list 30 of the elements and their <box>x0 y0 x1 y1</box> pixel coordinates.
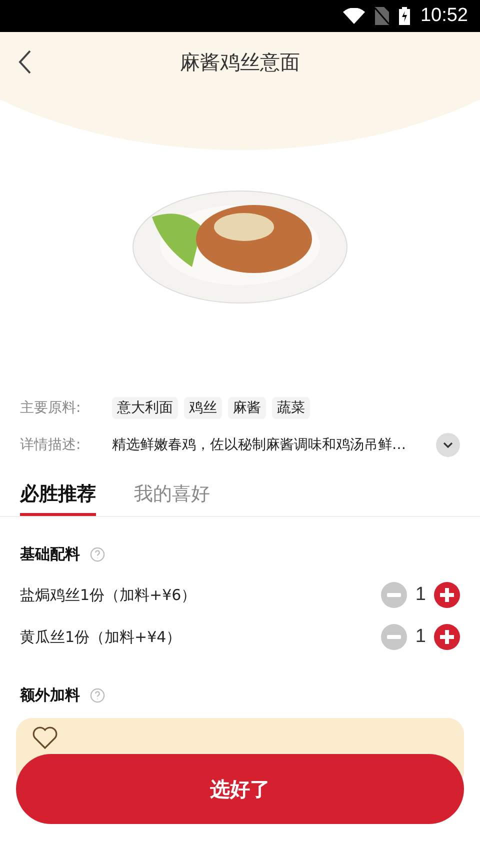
battery-charging-icon <box>399 7 410 25</box>
plus-icon <box>440 630 454 644</box>
ingredient-tag: 蔬菜 <box>272 397 310 419</box>
description-text: 精选鲜嫩春鸡，佐以秘制麻酱调味和鸡汤吊鲜… <box>112 436 407 454</box>
section-title: 基础配料 <box>20 545 80 564</box>
ingredient-tag: 意大利面 <box>112 397 178 419</box>
no-sim-icon <box>375 7 390 25</box>
plus-icon <box>440 588 454 602</box>
heart-icon[interactable] <box>32 726 58 750</box>
status-time: 10:52 <box>420 5 468 27</box>
topping-name: 黄瓜丝1份（加料+¥4） <box>20 628 182 646</box>
plus-button[interactable] <box>434 582 460 608</box>
expand-button[interactable] <box>436 433 460 457</box>
minus-icon <box>387 593 402 597</box>
quantity: 1 <box>415 626 426 648</box>
topping-name: 盐焗鸡丝1份（加料+¥6） <box>20 586 196 604</box>
ingredient-tag: 麻酱 <box>228 397 266 419</box>
page-title: 麻酱鸡丝意面 <box>180 48 300 76</box>
plus-button[interactable] <box>434 624 460 650</box>
quantity: 1 <box>415 584 426 606</box>
tab[interactable]: 必胜推荐 <box>20 481 96 516</box>
minus-icon <box>387 635 402 639</box>
ingredient-tag: 鸡丝 <box>184 397 222 419</box>
wifi-icon <box>343 8 366 24</box>
confirm-button[interactable]: 选好了 <box>16 754 464 824</box>
description-label: 详情描述: <box>20 436 82 454</box>
tab[interactable]: 我的喜好 <box>134 481 210 516</box>
ingredients-label: 主要原料: <box>20 399 82 417</box>
chevron-down-icon <box>443 442 453 448</box>
section-title: 额外加料 <box>20 686 80 705</box>
